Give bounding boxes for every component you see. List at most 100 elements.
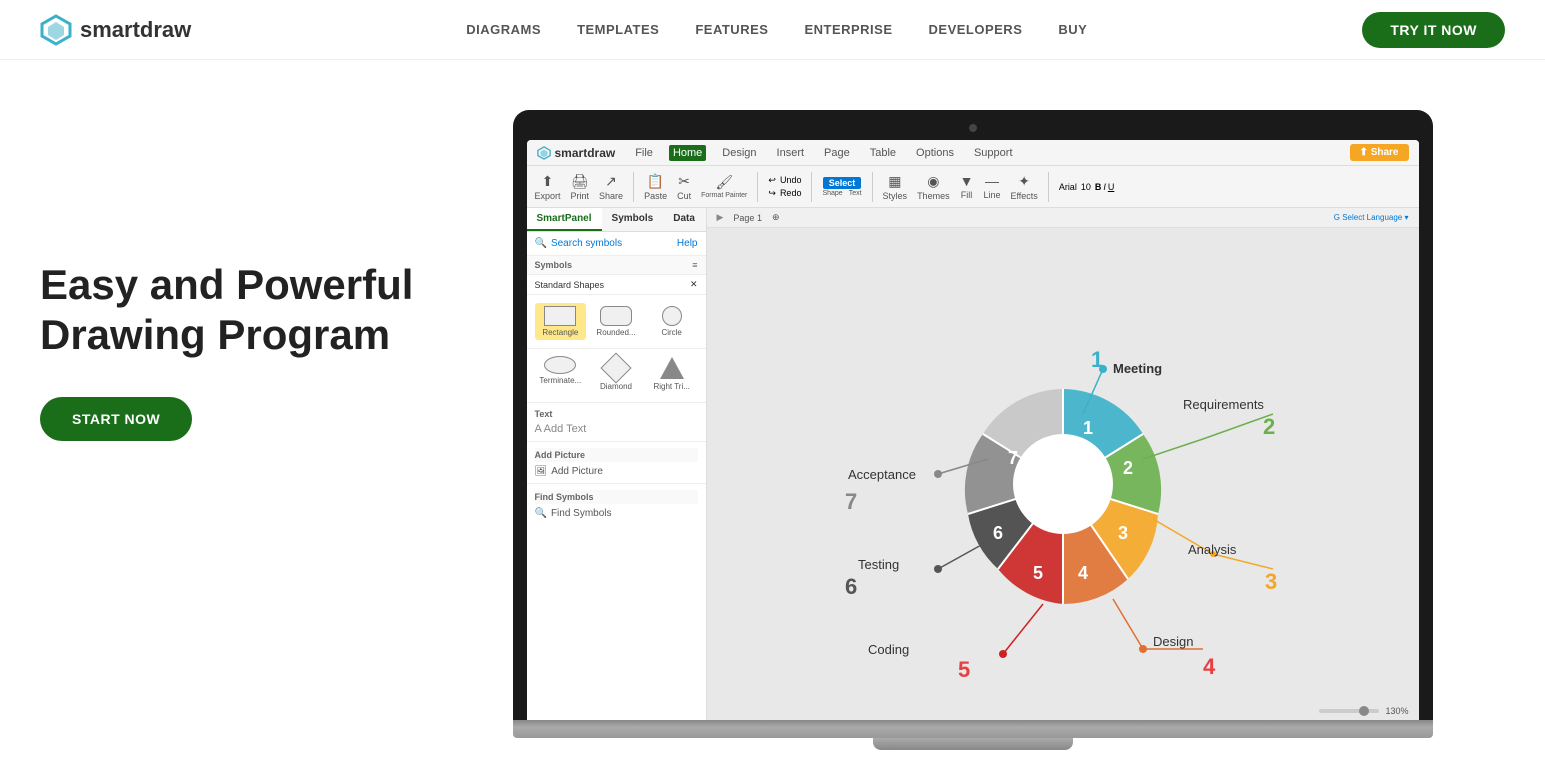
help-link[interactable]: Help [677, 238, 698, 249]
picture-icon: 🖼 [535, 466, 548, 477]
nav-enterprise[interactable]: ENTERPRISE [804, 22, 892, 37]
laptop-base [513, 720, 1433, 738]
shapes-subheader: Standard Shapes ✕ [527, 275, 706, 295]
panel-search[interactable]: 🔍 Search symbols Help [527, 232, 706, 256]
styles-icon: ▦ [888, 173, 901, 190]
canvas-page-header: ▶ Page 1 ⊕ G Select Language ▾ [707, 208, 1419, 228]
toolbar-line[interactable]: — Line [983, 173, 1000, 200]
diamond-preview [604, 356, 628, 380]
select-language[interactable]: G Select Language ▾ [1334, 213, 1409, 222]
app-menu-home[interactable]: Home [669, 145, 706, 161]
shape-oval[interactable]: Terminate... [535, 353, 587, 394]
left-panel: SmartPanel Symbols Data ✕ 🔍 Search symbo… [527, 208, 707, 720]
app-menu-page[interactable]: Page [820, 145, 854, 161]
shapes-close-icon[interactable]: ✕ [690, 279, 698, 290]
zoom-bar[interactable] [1319, 709, 1379, 713]
toolbar-fill[interactable]: ▼ Fill [960, 173, 974, 200]
shape-label: Shape [822, 190, 842, 197]
hero-left: Easy and Powerful Drawing Program START … [40, 120, 440, 441]
nav-developers[interactable]: DEVELOPERS [929, 22, 1023, 37]
svg-text:3: 3 [1117, 523, 1127, 543]
hero-title: Easy and Powerful Drawing Program [40, 260, 440, 361]
app-logo-icon [537, 146, 551, 160]
toolbar-print[interactable]: 🖨 Print [571, 173, 590, 201]
laptop-camera [969, 124, 977, 132]
app-toolbar: ⬆ Export 🖨 Print ↗ Share [527, 166, 1419, 208]
toolbar-themes[interactable]: ◉ Themes [917, 173, 950, 201]
start-now-button[interactable]: START NOW [40, 397, 192, 441]
select-button[interactable]: Select [823, 177, 862, 189]
canvas-add-page-icon[interactable]: ⊕ [772, 212, 780, 223]
toolbar-share[interactable]: ↗ Share [599, 173, 623, 201]
laptop-screen-outer: smartdraw File Home Design Insert Page T… [513, 110, 1433, 720]
nav-templates[interactable]: TEMPLATES [577, 22, 659, 37]
logo[interactable]: smartdraw [40, 14, 191, 46]
toolbar-styles[interactable]: ▦ Styles [883, 173, 908, 201]
app-menu: File Home Design Insert Page Table Optio… [631, 145, 1016, 161]
navbar: smartdraw DIAGRAMS TEMPLATES FEATURES EN… [0, 0, 1545, 60]
app-menu-insert[interactable]: Insert [773, 145, 809, 161]
text-label: Text [849, 190, 862, 197]
nav-diagrams[interactable]: DIAGRAMS [466, 22, 541, 37]
svg-text:6: 6 [845, 574, 857, 599]
svg-text:Analysis: Analysis [1188, 542, 1237, 557]
panel-picture-section: Add Picture 🖼 Add Picture [527, 442, 706, 484]
add-picture-item[interactable]: 🖼 Add Picture [535, 466, 698, 477]
fill-icon: ▼ [960, 173, 974, 189]
app-container: smartdraw File Home Design Insert Page T… [527, 140, 1419, 720]
puzzle-diagram: 1 2 3 4 5 6 7 [773, 259, 1353, 709]
rounded-preview [600, 306, 632, 326]
canvas-area[interactable]: ▶ Page 1 ⊕ G Select Language ▾ [707, 208, 1419, 720]
toolbar-undo[interactable]: ↩ Undo [768, 175, 801, 186]
app-menu-options[interactable]: Options [912, 145, 958, 161]
svg-text:2: 2 [1263, 414, 1275, 439]
toolbar-effects[interactable]: ✦ Effects [1010, 173, 1037, 201]
nav-features[interactable]: FEATURES [695, 22, 768, 37]
panel-tab-data[interactable]: Data [663, 208, 705, 231]
paste-icon: 📋 [647, 173, 664, 190]
bold-button[interactable]: B [1095, 182, 1102, 192]
toolbar-format-painter[interactable]: 🖌 Format Painter [701, 174, 747, 199]
export-icon: ⬆ [542, 173, 554, 190]
panel-symbols-title: Symbols ≡ [527, 256, 706, 275]
app-menu-table[interactable]: Table [866, 145, 900, 161]
toolbar-redo[interactable]: ↪ Redo [768, 188, 801, 199]
shape-triangle[interactable]: Right Tri... [646, 353, 698, 394]
svg-text:Meeting: Meeting [1113, 361, 1162, 376]
toolbar-paste[interactable]: 📋 Paste [644, 173, 667, 201]
underline-button[interactable]: U [1108, 182, 1115, 192]
toolbar-separator2 [757, 172, 758, 202]
app-menu-support[interactable]: Support [970, 145, 1017, 161]
svg-text:Coding: Coding [868, 642, 909, 657]
shape-circle[interactable]: Circle [646, 303, 698, 340]
app-menu-file[interactable]: File [631, 145, 657, 161]
shape-diamond[interactable]: Diamond [590, 353, 642, 394]
nav-buy[interactable]: BUY [1058, 22, 1087, 37]
svg-text:1: 1 [1091, 347, 1103, 372]
font-size-label: 10 [1081, 182, 1091, 192]
app-menu-design[interactable]: Design [718, 145, 760, 161]
shape-rectangle[interactable]: Rectangle [535, 303, 587, 340]
try-it-now-button[interactable]: TRY IT NOW [1362, 12, 1505, 48]
panel-tab-symbols[interactable]: Symbols [602, 208, 664, 231]
panel-tab-smartpanel[interactable]: SmartPanel [527, 208, 602, 231]
find-icon: 🔍 [535, 508, 547, 519]
app-share-button[interactable]: ⬆ Share [1350, 144, 1409, 161]
share-icon2: ↗ [605, 173, 617, 190]
zoom-level: 130% [1385, 706, 1408, 716]
find-symbols-input[interactable]: 🔍 Find Symbols [535, 508, 698, 519]
svg-text:Testing: Testing [858, 557, 899, 572]
toolbar-select[interactable]: Select Shape Text [822, 177, 861, 197]
toolbar-export[interactable]: ⬆ Export [535, 173, 561, 201]
panel-tabs: SmartPanel Symbols Data ✕ [527, 208, 706, 232]
app-topbar: smartdraw File Home Design Insert Page T… [527, 140, 1419, 166]
shapes-grid2: Terminate... Diamond [527, 349, 706, 403]
add-text-item[interactable]: A Add Text [535, 423, 698, 435]
symbols-menu-icon[interactable]: ≡ [692, 260, 697, 270]
zoom-thumb [1359, 706, 1369, 716]
shape-rounded[interactable]: Rounded... [590, 303, 642, 340]
search-icon: 🔍 [535, 238, 547, 249]
toolbar-cut[interactable]: ✂ Cut [677, 173, 691, 201]
italic-button[interactable]: I [1103, 182, 1106, 192]
laptop-screen: smartdraw File Home Design Insert Page T… [527, 140, 1419, 720]
